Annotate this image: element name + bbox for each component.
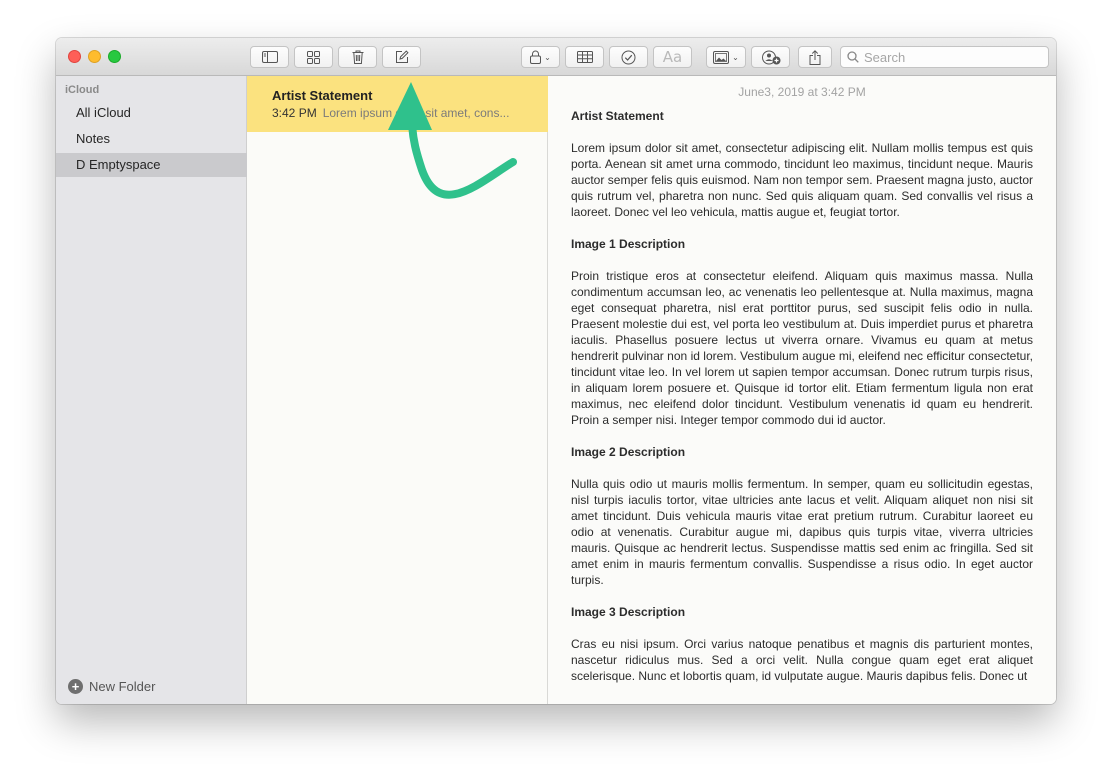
note-heading-image-2: Image 2 Description: [571, 445, 686, 459]
sidebar-toggle-icon: [261, 51, 278, 63]
note-date: June3, 2019 at 3:42 PM: [738, 85, 866, 99]
lock-icon: [530, 50, 542, 64]
folder-notes[interactable]: Notes: [56, 127, 247, 151]
plus-circle-icon: +: [68, 679, 83, 694]
add-media-button[interactable]: ⌄: [706, 46, 746, 68]
search-input[interactable]: [864, 49, 1044, 65]
delete-note-button[interactable]: [338, 46, 377, 68]
note-heading-image-3: Image 3 Description: [571, 605, 686, 619]
add-person-icon: [761, 50, 780, 64]
new-folder-button[interactable]: + New Folder: [68, 679, 155, 694]
grid-icon: [307, 50, 320, 64]
add-people-button[interactable]: [751, 46, 790, 68]
zoom-window-button[interactable]: [108, 50, 121, 63]
account-label: iCloud: [65, 84, 100, 96]
chevron-down-icon: ⌄: [544, 52, 551, 62]
chevron-down-icon: ⌄: [732, 52, 739, 62]
note-editor[interactable]: June3, 2019 at 3:42 PM Artist Statement …: [548, 76, 1056, 704]
insert-table-button[interactable]: [565, 46, 604, 68]
note-heading-title: Artist Statement: [571, 109, 664, 123]
folders-sidebar: iCloud All iCloud Notes D Emptyspace + N…: [56, 76, 247, 704]
share-button[interactable]: [798, 46, 832, 68]
checkmark-circle-icon: [621, 50, 636, 64]
close-window-button[interactable]: [68, 50, 81, 63]
note-paragraph: Proin tristique eros at consectetur elei…: [571, 269, 1033, 427]
search-field[interactable]: [840, 46, 1049, 68]
share-icon: [809, 49, 821, 65]
annotation-arrow-icon: [388, 82, 517, 199]
folder-d-emptyspace[interactable]: D Emptyspace: [56, 153, 247, 177]
note-body[interactable]: Artist Statement Lorem ipsum dolor sit a…: [571, 108, 1033, 700]
folder-all-icloud[interactable]: All iCloud: [56, 101, 247, 125]
note-item-time: 3:42 PM: [272, 106, 317, 120]
note-paragraph: Cras eu nisi ipsum. Orci varius natoque …: [571, 637, 1033, 683]
compose-icon: [395, 50, 409, 63]
trash-icon: [352, 50, 363, 64]
aa-label: Aa: [662, 48, 683, 66]
checklist-button[interactable]: [609, 46, 648, 68]
gallery-view-button[interactable]: [294, 46, 333, 68]
magnifier-icon: [847, 51, 859, 63]
new-note-button[interactable]: [382, 46, 421, 68]
toolbar: ⌄ Aa ⌄: [56, 38, 1056, 76]
format-text-button[interactable]: Aa: [653, 46, 692, 68]
note-paragraph: Nulla quis odio ut mauris mollis ferment…: [571, 477, 1033, 587]
photo-icon: [713, 50, 730, 64]
note-paragraph: Lorem ipsum dolor sit amet, consectetur …: [571, 141, 1033, 219]
new-folder-label: New Folder: [89, 679, 156, 694]
notes-window: ⌄ Aa ⌄ iCloud All iCloud Notes D Emptys: [56, 38, 1056, 704]
note-heading-image-1: Image 1 Description: [571, 237, 686, 251]
table-icon: [576, 51, 593, 63]
minimize-window-button[interactable]: [88, 50, 101, 63]
toggle-sidebar-button[interactable]: [250, 46, 289, 68]
lock-note-button[interactable]: ⌄: [521, 46, 560, 68]
